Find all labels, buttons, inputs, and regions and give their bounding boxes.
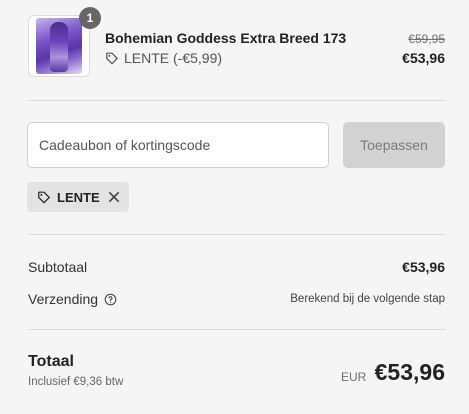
line-discount-text: LENTE (-€5,99)	[124, 50, 223, 66]
apply-button[interactable]: Toepassen	[343, 122, 445, 168]
shipping-value: Berekend bij de volgende stap	[290, 293, 445, 305]
divider	[28, 100, 445, 101]
line-item: 1 Bohemian Goddess Extra Breed 173 LENTE…	[28, 7, 445, 79]
subtotal-value: €53,96	[402, 259, 445, 275]
total-label: Totaal	[28, 353, 74, 370]
total-amount: €53,96	[374, 359, 445, 385]
line-discount: LENTE (-€5,99)	[105, 50, 222, 66]
original-price: €59,95	[408, 32, 445, 46]
close-icon[interactable]	[107, 190, 121, 204]
currency-code: EUR	[341, 370, 367, 384]
quantity-badge: 1	[79, 7, 101, 29]
tag-icon	[38, 191, 50, 204]
subtotal-label: Subtotaal	[28, 259, 87, 275]
applied-discount-chip: LENTE	[27, 182, 129, 212]
subtotal-label-text: Subtotaal	[28, 259, 88, 275]
discounted-price: €53,96	[402, 50, 445, 66]
tax-note: Inclusief €9,36 btw	[28, 376, 124, 388]
divider	[28, 329, 445, 330]
divider	[28, 234, 445, 235]
applied-discount-code: LENTE	[57, 189, 100, 205]
shipping-label-text: Verzending	[28, 291, 99, 307]
discount-code-input[interactable]	[27, 122, 329, 168]
product-thumbnail: 1	[28, 7, 101, 77]
product-name: Bohemian Goddess Extra Breed 173	[105, 30, 347, 46]
product-image	[36, 18, 82, 74]
shipping-label: Verzending	[28, 291, 117, 307]
question-circle-icon[interactable]	[104, 293, 117, 306]
tag-icon	[106, 52, 118, 65]
